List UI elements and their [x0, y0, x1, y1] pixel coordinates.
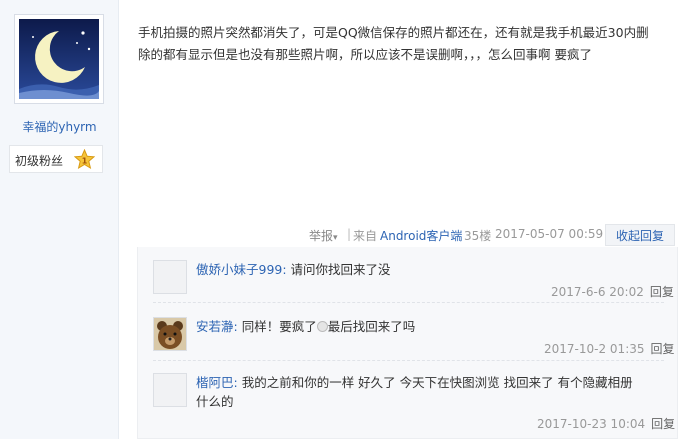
- level-number: 1: [82, 157, 88, 166]
- post-time: 2017-05-07 00:59: [495, 227, 604, 241]
- user-avatar[interactable]: [14, 14, 104, 104]
- fan-level-label: 初级粉丝: [15, 154, 64, 168]
- default-avatar-icon: [154, 374, 186, 406]
- level-star-icon: 1: [74, 149, 95, 170]
- user-sidebar: 幸福的yhyrm 初级粉丝 1: [0, 0, 119, 439]
- post-tail: 举报▾ | 来自 Android客户端 35楼 2017-05-07 00:59…: [137, 224, 686, 246]
- post-line-2: 除的都有显示但是也没有那些照片啊，所以应该不是误删啊，，，怎么回事啊 要疯了: [138, 47, 592, 62]
- bear-avatar-image: [154, 318, 186, 350]
- reply-username-link[interactable]: 傲娇小妹子999:: [196, 262, 287, 277]
- reply-avatar[interactable]: [153, 317, 187, 351]
- client-link[interactable]: Android客户端: [380, 227, 462, 244]
- reply-list: 傲娇小妹子999: 请问你找回来了没 2017-6-6 20:02 回复 安若瀞:…: [137, 247, 678, 439]
- reply-divider: [153, 302, 664, 303]
- reply-avatar[interactable]: [153, 373, 187, 407]
- from-label: 来自: [353, 229, 378, 243]
- moon-night-avatar-image: [19, 19, 99, 99]
- username-link[interactable]: 幸福的yhyrm: [0, 118, 119, 135]
- reply-text: 傲娇小妹子999: 请问你找回来了没: [196, 261, 391, 279]
- reply-content-after: 最后找回来了吗: [327, 319, 416, 334]
- reply-username-link[interactable]: 楷阿巴:: [196, 375, 238, 390]
- reply-text: 楷阿巴: 我的之前和你的一样 好久了 今天下在快图浏览 找回来了 有个隐藏相册: [196, 374, 633, 392]
- reply-time: 2017-6-6 20:02: [551, 285, 644, 299]
- report-dropdown[interactable]: 举报▾: [309, 227, 338, 244]
- reply-text: 安若瀞: 同样！要疯了 最后找回来了吗: [196, 318, 415, 336]
- tail-separator: |: [347, 227, 352, 241]
- reply-divider: [153, 360, 664, 361]
- post-line-1: 手机拍摄的照片突然都消失了，可是QQ微信保存的照片都还在，还有就是我手机最近30…: [138, 25, 649, 40]
- reply-button[interactable]: 回复: [651, 342, 675, 356]
- floor-number: 35楼: [464, 229, 492, 243]
- reply-time: 2017-10-2 01:35: [544, 342, 645, 356]
- reply-content-before: 同样！要疯了: [237, 319, 317, 334]
- reply-text-continued: 什么的: [196, 394, 234, 409]
- reply-meta: 2017-10-23 10:04 回复: [537, 415, 675, 432]
- report-label: 举报: [309, 229, 334, 243]
- fan-level-badge[interactable]: 初级粉丝 1: [9, 145, 103, 173]
- reply-content: 请问你找回来了没: [286, 262, 391, 277]
- reply-meta: 2017-6-6 20:02 回复: [551, 283, 674, 300]
- reply-button[interactable]: 回复: [650, 285, 674, 299]
- emoji-icon: [316, 321, 328, 332]
- reply-content: 我的之前和你的一样 好久了 今天下在快图浏览 找回来了 有个隐藏相册: [237, 375, 633, 390]
- post-content: 手机拍摄的照片突然都消失了，可是QQ微信保存的照片都还在，还有就是我手机最近30…: [138, 22, 684, 66]
- collapse-replies-button[interactable]: 收起回复: [605, 224, 675, 246]
- caret-down-icon: ▾: [333, 233, 338, 243]
- reply-button[interactable]: 回复: [651, 417, 675, 431]
- reply-time: 2017-10-23 10:04: [537, 417, 646, 431]
- reply-meta: 2017-10-2 01:35 回复: [544, 340, 675, 357]
- default-avatar-icon: [154, 261, 186, 293]
- reply-username-link[interactable]: 安若瀞:: [196, 319, 238, 334]
- reply-avatar[interactable]: [153, 260, 187, 294]
